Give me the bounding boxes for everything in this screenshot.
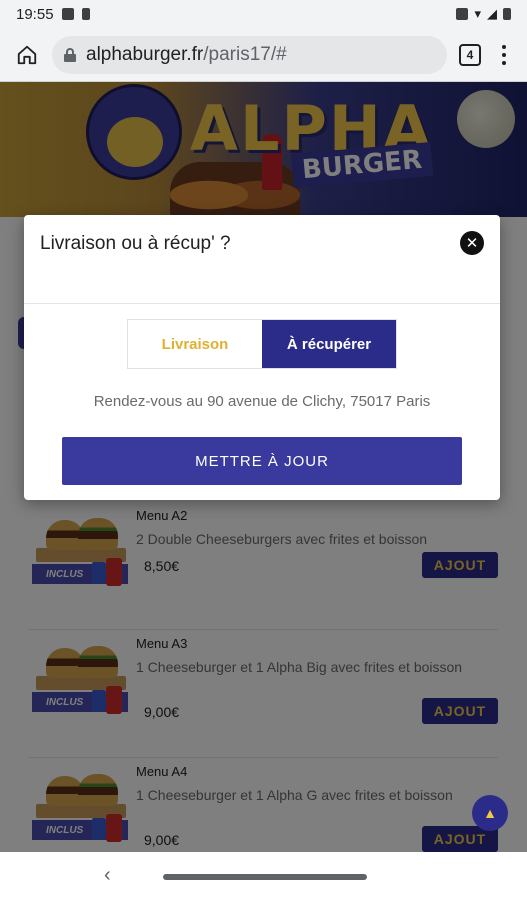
battery-icon (503, 8, 511, 20)
more-vert-icon[interactable] (499, 44, 509, 65)
close-button[interactable]: ✕ (460, 231, 484, 255)
lock-icon (64, 47, 76, 62)
signal-icon: ◢ (487, 6, 497, 21)
pickup-option[interactable]: À récupérer (262, 320, 396, 368)
status-time: 19:55 (16, 5, 54, 23)
dialog-divider (24, 303, 500, 304)
notification-icon (61, 8, 74, 20)
home-icon (17, 45, 37, 64)
wifi-icon: ▾ (474, 6, 481, 21)
chevron-up-icon: ▲ (483, 805, 497, 821)
back-icon[interactable]: ‹ (104, 864, 111, 887)
tab-switcher-button[interactable]: 4 (459, 43, 481, 66)
pickup-address: Rendez-vous au 90 avenue de Clichy, 7501… (93, 393, 431, 410)
url-domain: alphaburger.fr (86, 43, 204, 65)
close-icon: ✕ (465, 234, 479, 252)
vibrate-icon (456, 8, 469, 20)
dialog-title: Livraison ou à récup' ? (40, 233, 231, 254)
url-path: /paris17/# (203, 43, 287, 65)
delivery-option[interactable]: Livraison (128, 320, 262, 368)
delivery-mode-toggle: Livraison À récupérer (127, 319, 397, 369)
update-button[interactable]: METTRE À JOUR (62, 437, 462, 485)
status-bar: 19:55 ▾ ◢ (0, 0, 527, 28)
system-nav-bar: ‹ (0, 852, 527, 900)
url-bar[interactable]: alphaburger.fr/paris17/# (52, 35, 447, 74)
home-gesture-handle[interactable] (163, 874, 367, 880)
delivery-mode-dialog: Livraison ou à récup' ? ✕ Livraison À ré… (24, 215, 500, 500)
scroll-to-top-button[interactable]: ▲ (472, 795, 508, 831)
browser-toolbar: alphaburger.fr/paris17/# 4 (0, 28, 527, 82)
notification-icon (81, 8, 90, 20)
home-button[interactable] (10, 38, 44, 72)
